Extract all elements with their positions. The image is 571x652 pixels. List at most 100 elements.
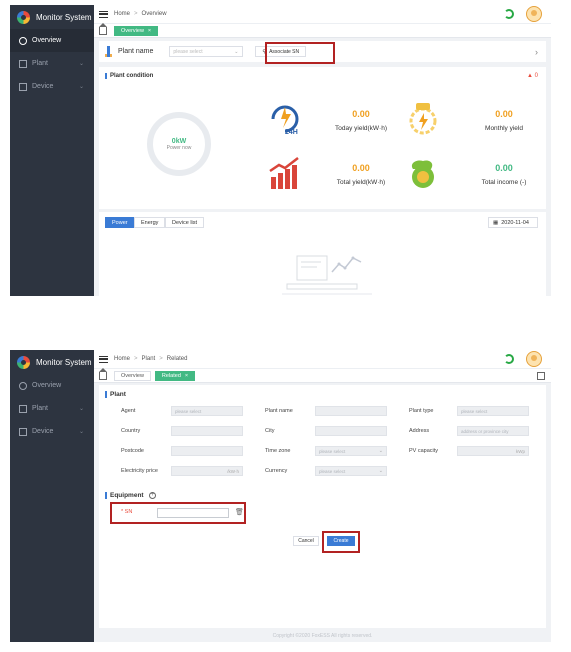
- pv-capacity-unit: kWp: [516, 448, 525, 454]
- stat-label: Total yield(kW·h): [336, 179, 386, 186]
- chevron-down-icon: ⌄: [234, 48, 239, 55]
- currency-select[interactable]: please select ⌄: [315, 466, 387, 476]
- postcode-field[interactable]: [171, 446, 243, 456]
- pv-capacity-field[interactable]: kWp: [457, 446, 529, 456]
- time-zone-select[interactable]: please select ⌄: [315, 446, 387, 456]
- electricity-price-field[interactable]: /kW·h: [171, 466, 243, 476]
- tab-device-list[interactable]: Device list: [165, 217, 205, 228]
- highlight-box: [322, 531, 360, 553]
- breadcrumb-current: Overview: [141, 11, 167, 17]
- section-title: Plant condition: [105, 73, 153, 79]
- clock-24h-icon: 24H: [271, 105, 299, 136]
- alarm-indicator[interactable]: ▲ 0: [527, 73, 538, 79]
- related-screenshot: Monitor System Overview Plant ⌄ Device ⌄…: [10, 350, 551, 642]
- stat-label: Monthly yield: [485, 125, 523, 132]
- sidebar-item-overview[interactable]: Overview: [10, 374, 94, 397]
- tabs-bar: Overview ×: [94, 22, 551, 38]
- agent-label: Agent: [121, 408, 136, 414]
- cancel-button[interactable]: Cancel: [293, 536, 319, 546]
- tab-label: Overview: [121, 27, 144, 34]
- refresh-icon[interactable]: [504, 354, 514, 364]
- power-label: Power now: [166, 144, 192, 151]
- address-field[interactable]: address or province city: [457, 426, 529, 436]
- plant-condition-card: Plant condition ▲ 0 0kW Power now 24H 0.…: [99, 67, 546, 209]
- chevron-right-icon[interactable]: ›: [535, 47, 538, 57]
- agent-placeholder: please select: [175, 408, 202, 414]
- warning-icon: ▲: [527, 73, 533, 79]
- stat-label: Total income (-): [481, 179, 527, 186]
- equipment-section-title: Equipment: [105, 492, 144, 499]
- clock-24h-text: 24H: [285, 129, 298, 136]
- dashboard-icon: [19, 36, 27, 45]
- electricity-price-unit: /kW·h: [227, 468, 239, 474]
- breadcrumb-current: Related: [166, 356, 188, 362]
- highlight-box: [265, 42, 335, 64]
- agent-select[interactable]: please select: [171, 406, 243, 416]
- sidebar-item-label: Overview: [32, 37, 62, 44]
- tab-overview[interactable]: Overview: [114, 370, 151, 381]
- calendar-icon: ▦: [493, 219, 499, 226]
- breadcrumb: Home > Plant > Related: [114, 356, 187, 362]
- top-bar: Home > Overview: [94, 5, 551, 24]
- sidebar-item-label: Device: [32, 428, 54, 435]
- plant-name-label: Plant name: [265, 408, 293, 414]
- top-bar: Home > Plant > Related: [94, 350, 551, 369]
- currency-placeholder: please select: [319, 468, 346, 474]
- plant-select-placeholder: please select: [173, 48, 203, 55]
- avatar[interactable]: [526, 351, 542, 367]
- overview-screenshot: Monitor System Overview Plant ⌄ Device ⌄…: [10, 5, 551, 296]
- sidebar-item-label: Plant: [32, 60, 48, 67]
- stat-today-yield: 0.00 Today yield(kW·h): [316, 109, 406, 132]
- breadcrumb-separator: >: [134, 11, 138, 17]
- app-title: Monitor System: [36, 357, 92, 367]
- stat-value: 0.00: [495, 109, 513, 119]
- device-icon: [19, 82, 27, 91]
- menu-toggle-icon[interactable]: [99, 10, 108, 18]
- breadcrumb-plant[interactable]: Plant: [142, 356, 156, 362]
- sidebar-item-label: Plant: [32, 405, 48, 412]
- country-field[interactable]: [171, 426, 243, 436]
- date-value: 2020-11-04: [501, 219, 529, 226]
- close-icon[interactable]: ×: [148, 28, 151, 34]
- sidebar-item-label: Device: [32, 83, 54, 90]
- plant-icon: [19, 59, 27, 68]
- sidebar-item-label: Overview: [32, 382, 62, 389]
- brand: Monitor System: [10, 5, 94, 29]
- breadcrumb-home[interactable]: Home: [114, 356, 130, 362]
- tab-energy[interactable]: Energy: [134, 217, 166, 228]
- money-bag-icon: [411, 160, 434, 188]
- date-picker[interactable]: ▦ 2020-11-04: [488, 217, 538, 228]
- refresh-icon[interactable]: [504, 9, 514, 19]
- city-field[interactable]: [315, 426, 387, 436]
- plant-tower-icon: [105, 46, 112, 57]
- dashboard-icon: [19, 381, 27, 390]
- time-zone-label: Time zone: [265, 448, 291, 454]
- address-label: Address: [409, 428, 430, 434]
- postcode-label: Postcode: [121, 448, 144, 454]
- highlight-box: [110, 502, 246, 524]
- plant-name-field[interactable]: [315, 406, 387, 416]
- plant-icon: [19, 404, 27, 413]
- device-icon: [19, 427, 27, 436]
- home-icon[interactable]: [99, 22, 107, 35]
- tab-overview[interactable]: Overview ×: [114, 25, 159, 36]
- sidebar-item-overview[interactable]: Overview: [10, 29, 94, 52]
- chart-card: Power Energy Device list ▦ 2020-11-04: [99, 212, 546, 296]
- sidebar-item-device[interactable]: Device ⌄: [10, 75, 94, 98]
- home-icon[interactable]: [99, 367, 107, 380]
- breadcrumb-separator: >: [134, 356, 138, 362]
- sidebar-item-plant[interactable]: Plant ⌄: [10, 52, 94, 75]
- add-equipment-icon[interactable]: +: [149, 492, 156, 499]
- plant-select[interactable]: please select ⌄: [169, 46, 244, 57]
- avatar[interactable]: [526, 6, 542, 22]
- menu-toggle-icon[interactable]: [99, 355, 108, 363]
- main-area: Home > Plant > Related Overview Related …: [94, 350, 551, 642]
- plant-type-select[interactable]: please select: [457, 406, 529, 416]
- sidebar-item-plant[interactable]: Plant ⌄: [10, 397, 94, 420]
- sidebar-item-device[interactable]: Device ⌄: [10, 420, 94, 443]
- tab-power[interactable]: Power: [105, 217, 135, 228]
- breadcrumb-home[interactable]: Home: [114, 11, 130, 17]
- qr-code-icon[interactable]: [537, 372, 545, 380]
- tab-related[interactable]: Related ×: [154, 370, 196, 381]
- close-icon[interactable]: ×: [185, 373, 188, 379]
